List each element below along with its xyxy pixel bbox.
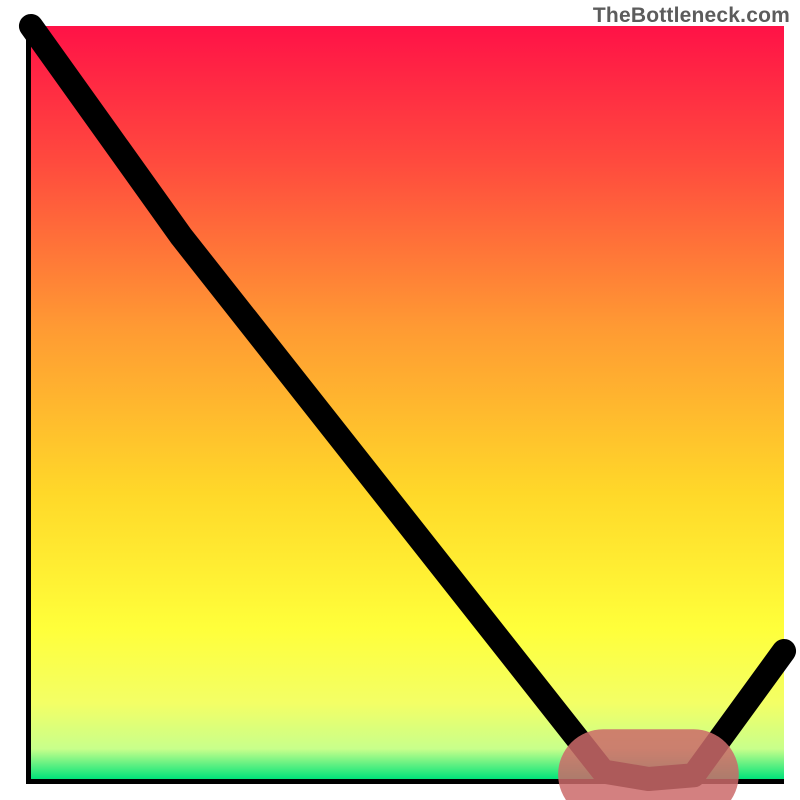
curve-layer (31, 26, 784, 779)
bottleneck-curve (31, 26, 784, 779)
plot-area (26, 26, 784, 784)
chart-frame: TheBottleneck.com (0, 0, 800, 800)
attribution-text: TheBottleneck.com (593, 4, 790, 28)
